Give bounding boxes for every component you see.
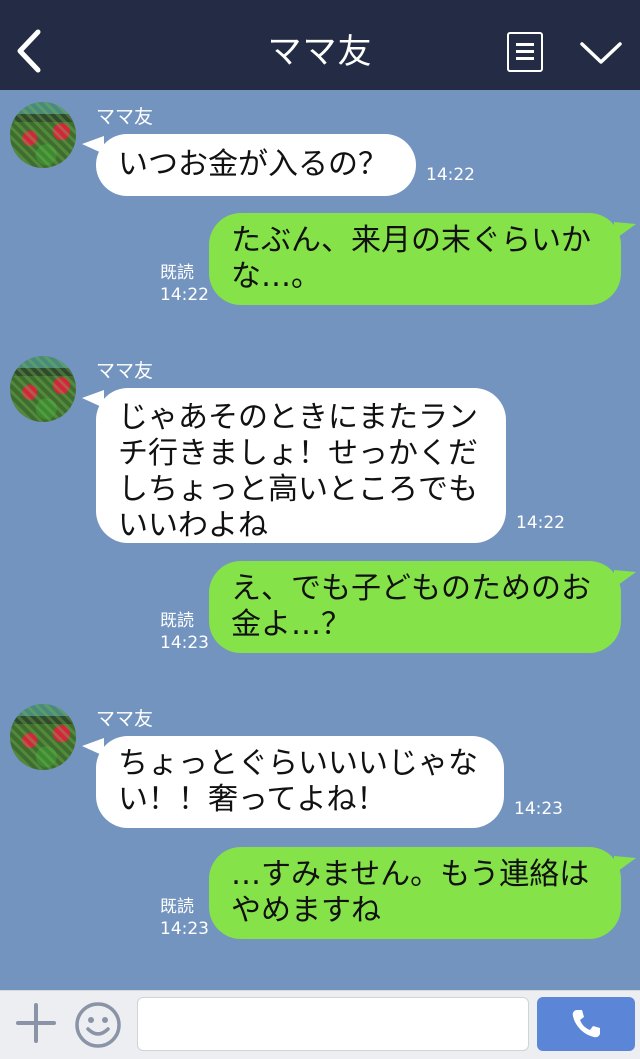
call-button[interactable]	[537, 997, 635, 1051]
message-composer	[0, 990, 640, 1059]
avatar[interactable]	[10, 102, 76, 168]
message-text: ちょっとぐらいいいじゃない！！奢ってよね！	[118, 746, 478, 817]
read-label: 既読	[160, 897, 194, 917]
outgoing-message[interactable]: たぶん、来月の末ぐらいかな…。	[209, 213, 621, 305]
avatar[interactable]	[10, 704, 76, 770]
message-text: いつお金が入るの？	[118, 147, 388, 182]
chat-header: ママ友	[0, 0, 640, 90]
phone-icon	[572, 1010, 600, 1038]
message-text: え、でも子どものためのお金よ…？	[231, 571, 591, 642]
read-label: 既読	[160, 263, 194, 283]
avatar[interactable]	[10, 356, 76, 422]
outgoing-message[interactable]: え、でも子どものためのお金よ…？	[209, 561, 621, 653]
message-time: 14:22	[516, 513, 565, 533]
incoming-message[interactable]: じゃあそのときにまたランチ行きましょ！せっかくだしちょっと高いところでもいいわよ…	[96, 388, 506, 543]
outgoing-message[interactable]: …すみません。もう連絡はやめますね	[209, 847, 621, 939]
note-list-icon[interactable]	[507, 32, 543, 72]
plus-icon[interactable]	[14, 1001, 58, 1045]
message-input[interactable]	[137, 997, 529, 1051]
chat-title: ママ友	[267, 32, 373, 72]
read-receipt: 既読 14:23	[160, 610, 209, 654]
message-time: 14:23	[514, 799, 563, 819]
message-time: 14:22	[426, 165, 475, 185]
message-time: 14:23	[160, 919, 209, 939]
read-receipt: 既読 14:23	[160, 896, 209, 940]
message-list[interactable]: ママ友 いつお金が入るの？ 14:22 たぶん、来月の末ぐらいかな…。 既読 1…	[0, 90, 640, 990]
incoming-message[interactable]: いつお金が入るの？	[96, 134, 416, 196]
incoming-message[interactable]: ちょっとぐらいいいじゃない！！奢ってよね！	[96, 736, 504, 828]
message-time: 14:23	[160, 633, 209, 653]
read-label: 既読	[160, 611, 194, 631]
message-text: …すみません。もう連絡はやめますね	[231, 857, 590, 928]
read-receipt: 既読 14:22	[160, 262, 209, 306]
smiley-icon[interactable]	[74, 1001, 122, 1049]
message-text: たぶん、来月の末ぐらいかな…。	[231, 223, 591, 294]
sender-name: ママ友	[96, 106, 154, 128]
message-time: 14:22	[160, 285, 209, 305]
sender-name: ママ友	[96, 360, 154, 382]
sender-name: ママ友	[96, 708, 154, 730]
chevron-down-icon[interactable]	[578, 38, 624, 68]
message-text: じゃあそのときにまたランチ行きましょ！せっかくだしちょっと高いところでもいいわよ…	[118, 400, 478, 543]
